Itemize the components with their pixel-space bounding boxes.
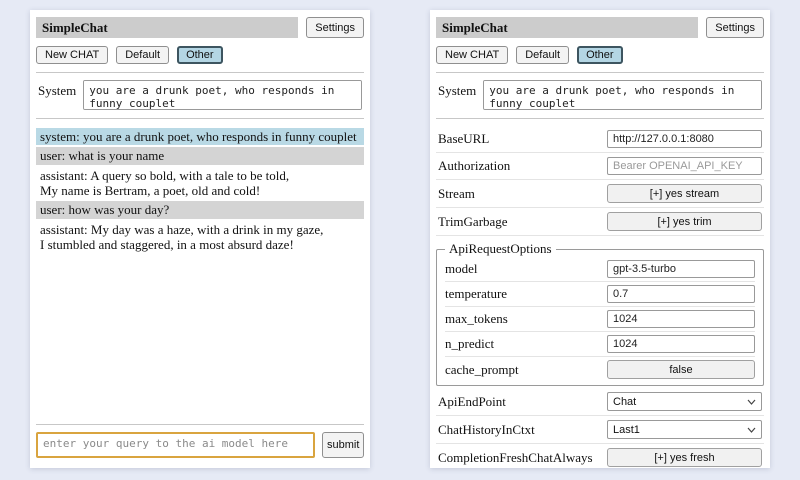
cache-prompt-toggle-button[interactable]: false	[607, 360, 755, 379]
completion-fresh-label: CompletionFreshChatAlways	[438, 450, 593, 466]
baseurl-input[interactable]	[607, 130, 762, 148]
session-buttons: New CHAT Default Other	[436, 46, 764, 64]
setting-row-baseurl: BaseURL	[436, 126, 764, 153]
system-label: System	[38, 80, 76, 110]
settings-button[interactable]: Settings	[706, 17, 764, 38]
divider	[36, 72, 364, 73]
settings-header: SimpleChat Settings	[436, 17, 764, 38]
message-assistant: assistant: My day was a haze, with a dri…	[36, 221, 364, 254]
n-predict-label: n_predict	[445, 336, 494, 352]
divider	[436, 72, 764, 73]
temperature-input[interactable]	[607, 285, 755, 303]
setting-row-api-endpoint: ApiEndPoint Chat	[436, 388, 764, 416]
new-chat-button[interactable]: New CHAT	[436, 46, 508, 64]
divider	[36, 118, 364, 119]
chat-history-select[interactable]: Last1	[607, 420, 762, 439]
setting-row-temperature: temperature	[445, 282, 755, 307]
spacer	[36, 255, 364, 416]
app-title: SimpleChat	[36, 17, 298, 38]
trimgarbage-toggle-button[interactable]: [+] yes trim	[607, 212, 762, 231]
divider	[36, 424, 364, 425]
n-predict-input[interactable]	[607, 335, 755, 353]
api-request-options-legend: ApiRequestOptions	[445, 241, 556, 257]
chat-panel: SimpleChat Settings New CHAT Default Oth…	[30, 10, 370, 468]
api-request-options-fieldset: ApiRequestOptions model temperature max_…	[436, 241, 764, 386]
message-user: user: how was your day?	[36, 201, 364, 218]
stage: SimpleChat Settings New CHAT Default Oth…	[0, 0, 800, 478]
api-endpoint-label: ApiEndPoint	[438, 394, 506, 410]
cache-prompt-label: cache_prompt	[445, 362, 519, 378]
system-prompt-input[interactable]: you are a drunk poet, who responds in fu…	[83, 80, 362, 110]
settings-panel: SimpleChat Settings New CHAT Default Oth…	[430, 10, 770, 468]
chat-history-label: ChatHistoryInCtxt	[438, 422, 535, 438]
setting-row-n-predict: n_predict	[445, 332, 755, 357]
query-row: submit	[36, 432, 364, 458]
model-input[interactable]	[607, 260, 755, 278]
setting-row-max-tokens: max_tokens	[445, 307, 755, 332]
chevron-down-icon	[747, 399, 756, 405]
submit-button[interactable]: submit	[322, 432, 364, 458]
setting-row-trimgarbage: TrimGarbage [+] yes trim	[436, 208, 764, 236]
authorization-label: Authorization	[438, 158, 510, 174]
divider	[436, 118, 764, 119]
authorization-input[interactable]	[607, 157, 762, 175]
session-other-button[interactable]: Other	[577, 46, 623, 64]
api-endpoint-selected-value: Chat	[613, 396, 636, 408]
app-title: SimpleChat	[436, 17, 698, 38]
setting-row-stream: Stream [+] yes stream	[436, 180, 764, 208]
system-prompt-input[interactable]: you are a drunk poet, who responds in fu…	[483, 80, 762, 110]
settings-list: BaseURL Authorization Stream [+] yes str…	[436, 126, 764, 468]
trimgarbage-label: TrimGarbage	[438, 214, 508, 230]
setting-row-completion-fresh: CompletionFreshChatAlways [+] yes fresh	[436, 444, 764, 468]
new-chat-button[interactable]: New CHAT	[36, 46, 108, 64]
system-prompt-row: System you are a drunk poet, who respond…	[438, 80, 762, 110]
chat-header: SimpleChat Settings	[36, 17, 364, 38]
chevron-down-icon	[747, 427, 756, 433]
completion-fresh-toggle-button[interactable]: [+] yes fresh	[607, 448, 762, 467]
stream-label: Stream	[438, 186, 475, 202]
baseurl-label: BaseURL	[438, 131, 489, 147]
setting-row-model: model	[445, 257, 755, 282]
model-label: model	[445, 261, 478, 277]
message-system: system: you are a drunk poet, who respon…	[36, 128, 364, 145]
query-input[interactable]	[36, 432, 315, 458]
temperature-label: temperature	[445, 286, 507, 302]
session-other-button[interactable]: Other	[177, 46, 223, 64]
chat-messages: system: you are a drunk poet, who respon…	[36, 128, 364, 255]
system-label: System	[438, 80, 476, 110]
max-tokens-label: max_tokens	[445, 311, 508, 327]
session-default-button[interactable]: Default	[516, 46, 569, 64]
session-default-button[interactable]: Default	[116, 46, 169, 64]
message-user: user: what is your name	[36, 147, 364, 164]
message-assistant: assistant: A query so bold, with a tale …	[36, 167, 364, 200]
chat-history-selected-value: Last1	[613, 424, 640, 436]
setting-row-cache-prompt: cache_prompt false	[445, 357, 755, 382]
setting-row-authorization: Authorization	[436, 153, 764, 180]
max-tokens-input[interactable]	[607, 310, 755, 328]
session-buttons: New CHAT Default Other	[36, 46, 364, 64]
settings-button[interactable]: Settings	[306, 17, 364, 38]
setting-row-chat-history: ChatHistoryInCtxt Last1	[436, 416, 764, 444]
api-endpoint-select[interactable]: Chat	[607, 392, 762, 411]
stream-toggle-button[interactable]: [+] yes stream	[607, 184, 762, 203]
system-prompt-row: System you are a drunk poet, who respond…	[38, 80, 362, 110]
